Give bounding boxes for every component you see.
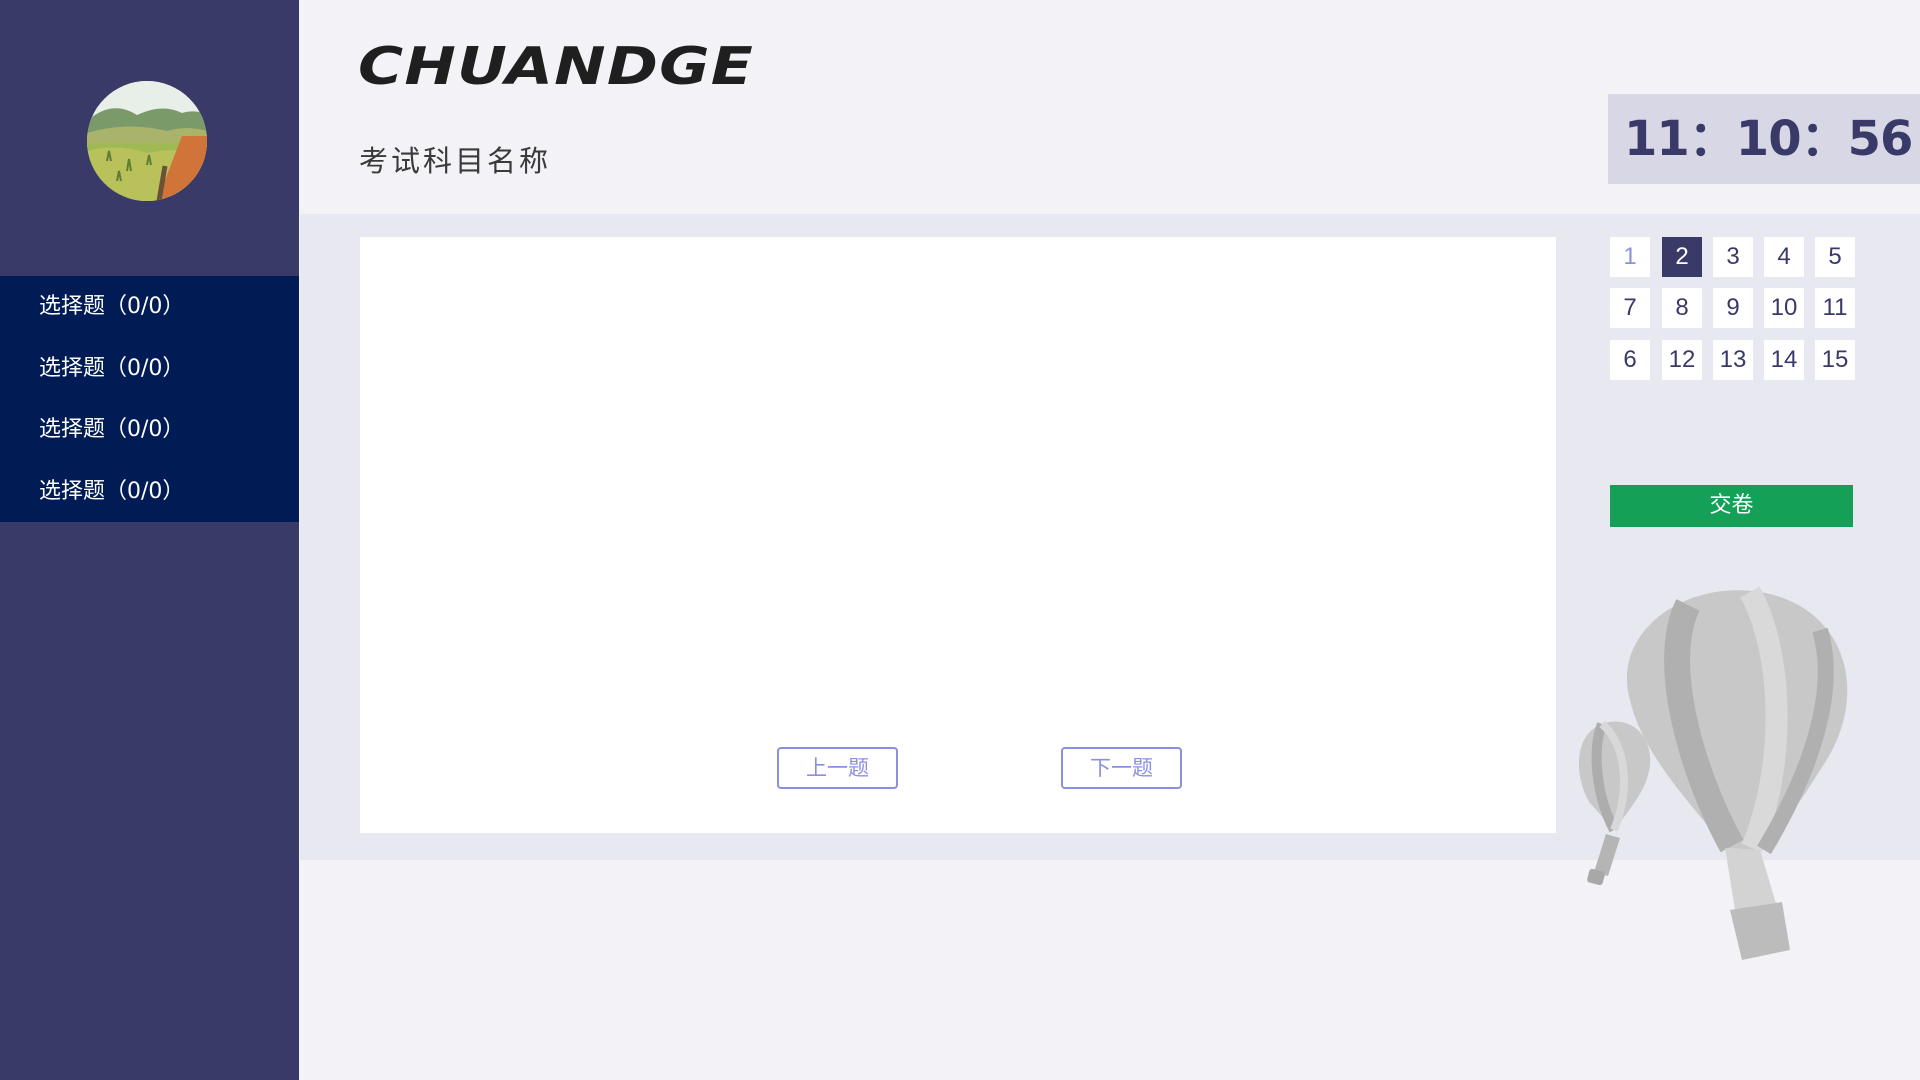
question-number[interactable]: 12 <box>1662 340 1702 380</box>
section-list: 选择题（0/0） 选择题（0/0） 选择题（0/0） 选择题（0/0） <box>0 276 299 522</box>
prev-question-button[interactable]: 上一题 <box>777 747 898 789</box>
question-number[interactable]: 15 <box>1815 340 1855 380</box>
question-number[interactable]: 2 <box>1662 237 1702 277</box>
exam-page: 选择题（0/0） 选择题（0/0） 选择题（0/0） 选择题（0/0） CHUA… <box>0 0 1920 1080</box>
brand-logo: CHUANDGE <box>358 38 754 92</box>
avatar[interactable] <box>87 81 207 201</box>
question-number[interactable]: 8 <box>1662 288 1702 328</box>
question-panel <box>360 237 1556 833</box>
hot-air-balloon-icon <box>1578 586 1848 960</box>
question-number[interactable]: 13 <box>1713 340 1753 380</box>
exam-title: 考试科目名称 <box>359 144 552 178</box>
question-number[interactable]: 4 <box>1764 237 1804 277</box>
question-number[interactable]: 6 <box>1610 340 1650 380</box>
countdown-timer: 11：10：56 <box>1608 94 1920 184</box>
avatar-landscape-icon <box>87 81 207 201</box>
section-item[interactable]: 选择题（0/0） <box>0 276 299 338</box>
question-number[interactable]: 5 <box>1815 237 1855 277</box>
question-number[interactable]: 1 <box>1610 237 1650 277</box>
brand-logo-text: CHUANDGE <box>358 38 754 92</box>
question-number[interactable]: 9 <box>1713 288 1753 328</box>
next-question-button[interactable]: 下一题 <box>1061 747 1182 789</box>
sidebar: 选择题（0/0） 选择题（0/0） 选择题（0/0） 选择题（0/0） <box>0 0 299 1080</box>
question-number[interactable]: 11 <box>1815 288 1855 328</box>
question-number[interactable]: 10 <box>1764 288 1804 328</box>
section-item[interactable]: 选择题（0/0） <box>0 338 299 400</box>
question-number[interactable]: 14 <box>1764 340 1804 380</box>
section-item[interactable]: 选择题（0/0） <box>0 461 299 523</box>
question-number[interactable]: 7 <box>1610 288 1650 328</box>
question-number[interactable]: 3 <box>1713 237 1753 277</box>
submit-exam-button[interactable]: 交卷 <box>1610 485 1853 527</box>
section-item[interactable]: 选择题（0/0） <box>0 399 299 461</box>
